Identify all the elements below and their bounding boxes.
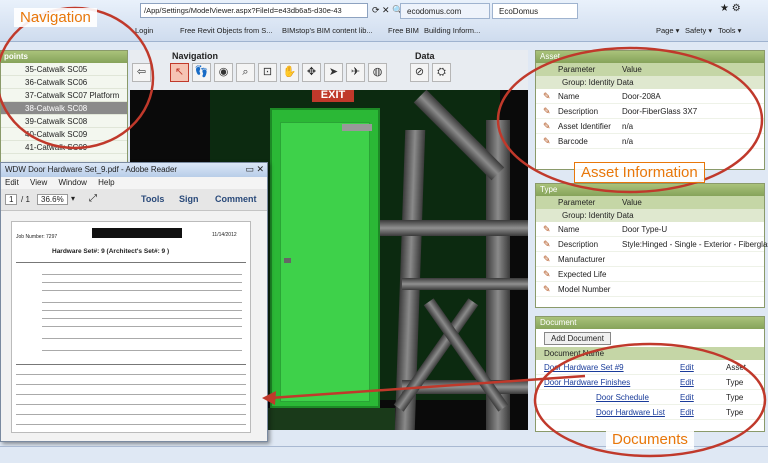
arrowhead-icon xyxy=(262,391,276,405)
annotation-overlay xyxy=(0,6,767,458)
annotation-navigation: Navigation xyxy=(14,8,97,27)
navigation-circle xyxy=(0,6,155,150)
annotation-documents: Documents xyxy=(606,430,694,449)
annotation-asset-info: Asset Information xyxy=(574,162,705,183)
